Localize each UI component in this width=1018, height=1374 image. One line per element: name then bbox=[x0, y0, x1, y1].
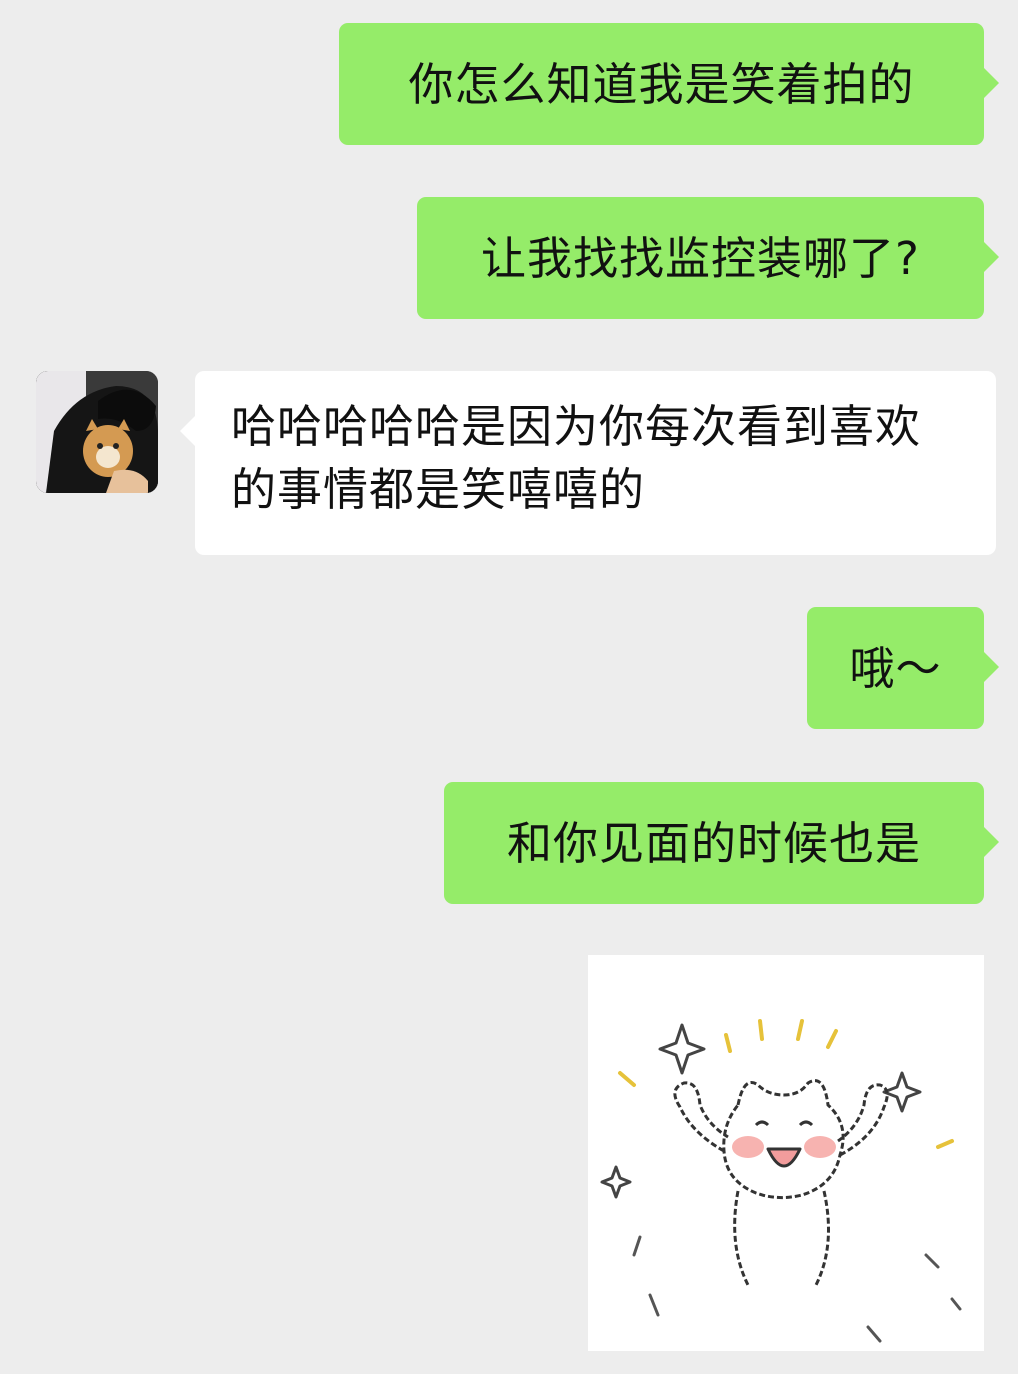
message-bubble-outgoing[interactable]: 你怎么知道我是笑着拍的 bbox=[339, 23, 999, 145]
chat-area: 你怎么知道我是笑着拍的 让我找找监控装哪了? 哈哈哈哈哈是因为你每次看到喜欢的事… bbox=[0, 0, 1018, 1374]
message-bubble-outgoing[interactable]: 哦～ bbox=[807, 607, 999, 729]
message-bubble-incoming[interactable]: 哈哈哈哈哈是因为你每次看到喜欢的事情都是笑嘻嘻的 bbox=[180, 371, 996, 555]
message-bubble-outgoing[interactable]: 让我找找监控装哪了? bbox=[417, 197, 999, 319]
message-text: 你怎么知道我是笑着拍的 bbox=[408, 57, 915, 111]
message-text: 哦～ bbox=[849, 641, 942, 695]
message-text: 让我找找监控装哪了? bbox=[481, 231, 920, 285]
message-bubble-outgoing[interactable]: 和你见面的时候也是 bbox=[444, 782, 999, 904]
avatar-person-with-cat-icon bbox=[36, 371, 158, 493]
contact-avatar[interactable] bbox=[36, 371, 158, 493]
happy-cat-sticker-icon bbox=[588, 955, 984, 1351]
message-text: 和你见面的时候也是 bbox=[506, 816, 921, 870]
message-text: 哈哈哈哈哈是因为你每次看到喜欢的事情都是笑嘻嘻的 bbox=[231, 400, 922, 516]
sticker-message[interactable] bbox=[588, 955, 984, 1351]
